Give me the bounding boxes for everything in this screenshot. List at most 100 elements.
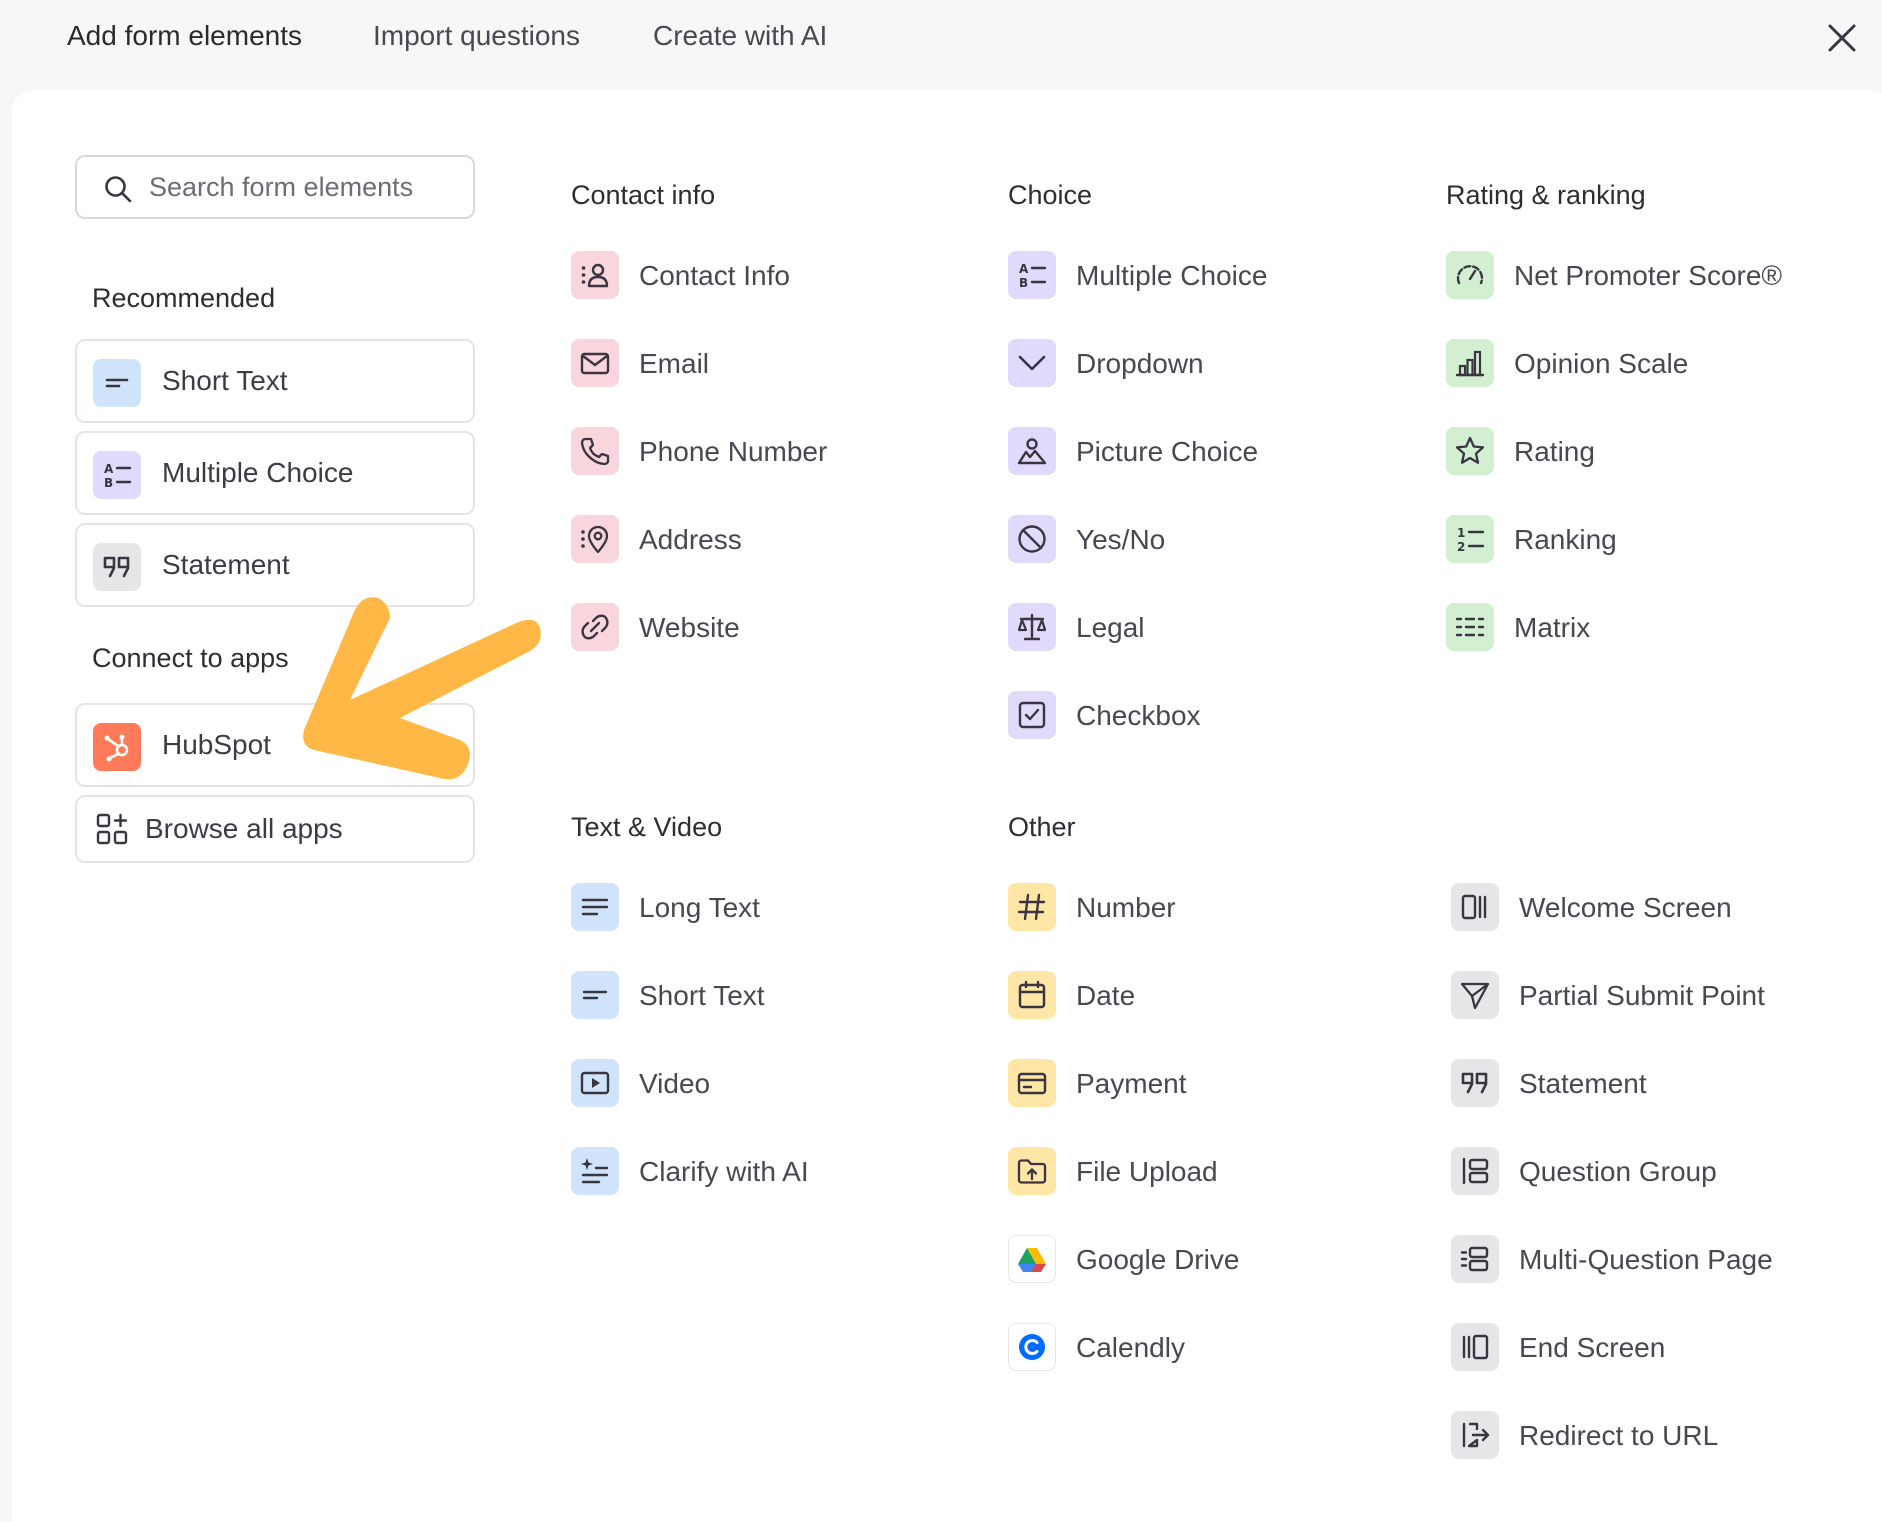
scales-icon	[1008, 603, 1056, 651]
element-multi-question-page[interactable]: Multi-Question Page	[1451, 1235, 1851, 1285]
recommended-short-text[interactable]: Short Text	[75, 339, 475, 423]
element-label: Legal	[1076, 612, 1145, 643]
browse-all-apps-button[interactable]: Browse all apps	[75, 795, 475, 863]
element-ranking[interactable]: 1 2 Ranking	[1446, 515, 1846, 565]
tab-add-form-elements[interactable]: Add form elements	[67, 16, 302, 56]
element-payment[interactable]: Payment	[1008, 1059, 1408, 1109]
element-video[interactable]: Video	[571, 1059, 971, 1109]
element-checkbox[interactable]: Checkbox	[1008, 691, 1408, 741]
search-input[interactable]	[149, 167, 459, 207]
element-label: Dropdown	[1076, 348, 1204, 379]
element-question-group[interactable]: Question Group	[1451, 1147, 1851, 1197]
element-website[interactable]: Website	[571, 603, 971, 653]
element-multiple-choice[interactable]: A B Multiple Choice	[1008, 251, 1408, 301]
element-legal[interactable]: Legal	[1008, 603, 1408, 653]
element-label: Partial Submit Point	[1519, 980, 1765, 1011]
recommended-item-label: Multiple Choice	[162, 457, 354, 488]
multiple-choice-icon: A B	[1008, 251, 1056, 299]
star-icon	[1446, 427, 1494, 475]
close-button[interactable]	[1820, 16, 1864, 60]
long-text-icon	[571, 883, 619, 931]
choice-heading: Choice	[1008, 180, 1093, 210]
quote-icon	[93, 543, 141, 591]
element-rating[interactable]: Rating	[1446, 427, 1846, 477]
apps-grid-icon	[96, 813, 128, 845]
element-welcome-screen[interactable]: Welcome Screen	[1451, 883, 1851, 933]
element-label: Yes/No	[1076, 524, 1166, 555]
link-icon	[571, 603, 619, 651]
element-label: Question Group	[1519, 1156, 1717, 1187]
element-label: Multiple Choice	[1076, 260, 1268, 291]
phone-icon	[571, 427, 619, 475]
element-file-upload[interactable]: File Upload	[1008, 1147, 1408, 1197]
element-phone-number[interactable]: Phone Number	[571, 427, 971, 477]
bar-chart-icon	[1446, 339, 1494, 387]
element-label: Payment	[1076, 1068, 1187, 1099]
element-label: Rating	[1514, 436, 1595, 467]
element-matrix[interactable]: Matrix	[1446, 603, 1846, 653]
redirect-icon	[1451, 1411, 1499, 1459]
quote-icon	[1451, 1059, 1499, 1107]
element-end-screen[interactable]: End Screen	[1451, 1323, 1851, 1373]
browse-all-apps-label: Browse all apps	[145, 813, 343, 844]
clarify-ai-icon	[571, 1147, 619, 1195]
contact-info-icon	[571, 251, 619, 299]
element-number[interactable]: Number	[1008, 883, 1408, 933]
hubspot-icon	[93, 723, 141, 771]
svg-text:B: B	[104, 476, 113, 490]
element-label: Google Drive	[1076, 1244, 1240, 1275]
element-statement[interactable]: Statement	[1451, 1059, 1851, 1109]
element-email[interactable]: Email	[571, 339, 971, 389]
recommended-item-label: Statement	[162, 549, 290, 580]
element-label: Phone Number	[639, 436, 828, 467]
element-partial-submit-point[interactable]: Partial Submit Point	[1451, 971, 1851, 1021]
short-text-icon	[93, 359, 141, 407]
ranking-icon: 1 2	[1446, 515, 1494, 563]
svg-text:B: B	[1019, 276, 1028, 290]
element-address[interactable]: Address	[571, 515, 971, 565]
element-long-text[interactable]: Long Text	[571, 883, 971, 933]
svg-text:2: 2	[1457, 540, 1465, 554]
short-text-icon	[571, 971, 619, 1019]
svg-text:A: A	[104, 462, 114, 476]
element-label: Long Text	[639, 892, 760, 923]
element-label: Number	[1076, 892, 1176, 923]
chevron-down-icon	[1008, 339, 1056, 387]
element-label: Calendly	[1076, 1332, 1185, 1363]
hubspot-label: HubSpot	[162, 729, 271, 760]
recommended-multiple-choice[interactable]: A B Multiple Choice	[75, 431, 475, 515]
picture-choice-icon	[1008, 427, 1056, 475]
element-calendly[interactable]: Calendly	[1008, 1323, 1408, 1373]
element-label: Email	[639, 348, 710, 379]
close-icon	[1828, 24, 1856, 52]
credit-card-icon	[1008, 1059, 1056, 1107]
element-label: Picture Choice	[1076, 436, 1259, 467]
element-nps[interactable]: Net Promoter Score®	[1446, 251, 1846, 301]
tab-import-questions[interactable]: Import questions	[373, 16, 580, 56]
element-opinion-scale[interactable]: Opinion Scale	[1446, 339, 1846, 389]
element-dropdown[interactable]: Dropdown	[1008, 339, 1408, 389]
element-redirect-to-url[interactable]: Redirect to URL	[1451, 1411, 1851, 1461]
tab-create-with-ai[interactable]: Create with AI	[653, 16, 827, 56]
hash-icon	[1008, 883, 1056, 931]
element-date[interactable]: Date	[1008, 971, 1408, 1021]
element-yes-no[interactable]: Yes/No	[1008, 515, 1408, 565]
svg-text:A: A	[1019, 262, 1029, 276]
multiple-choice-icon: A B	[93, 451, 141, 499]
element-label: Opinion Scale	[1514, 348, 1689, 379]
rating-heading: Rating & ranking	[1446, 180, 1646, 210]
element-label: Address	[639, 524, 742, 555]
element-clarify-with-ai[interactable]: Clarify with AI	[571, 1147, 971, 1197]
send-icon	[1451, 971, 1499, 1019]
file-upload-icon	[1008, 1147, 1056, 1195]
element-label: Ranking	[1514, 524, 1617, 555]
calendar-icon	[1008, 971, 1056, 1019]
element-label: Clarify with AI	[639, 1156, 809, 1187]
element-short-text[interactable]: Short Text	[571, 971, 971, 1021]
element-label: Contact Info	[639, 260, 790, 291]
element-label: End Screen	[1519, 1332, 1666, 1363]
element-label: Video	[639, 1068, 711, 1099]
element-contact-info[interactable]: Contact Info	[571, 251, 971, 301]
element-picture-choice[interactable]: Picture Choice	[1008, 427, 1408, 477]
element-google-drive[interactable]: Google Drive	[1008, 1235, 1408, 1285]
